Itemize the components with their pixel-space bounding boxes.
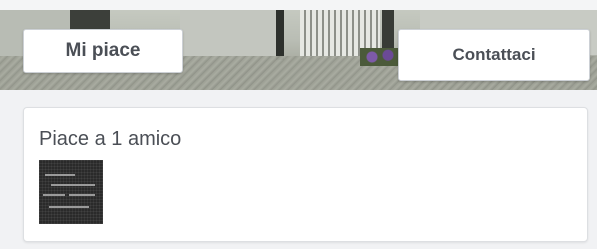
avatar-pattern-line [43, 194, 65, 196]
friend-avatar[interactable] [39, 160, 103, 224]
friends-like-text[interactable]: Piace a 1 amico [39, 128, 181, 151]
building-center [180, 10, 280, 60]
contact-button-label: Contattaci [452, 45, 536, 64]
like-button-label: Mi piace [65, 40, 141, 61]
avatar-pattern-line [49, 206, 89, 208]
cover-photo[interactable]: Mi piace Contattaci [0, 0, 597, 90]
avatar-pattern-line [51, 184, 95, 186]
cover-top-strip [0, 0, 597, 10]
contact-button[interactable]: Contattaci [398, 29, 590, 81]
wall-dark-left [70, 10, 110, 30]
flowers [360, 48, 400, 66]
avatar-pattern-line [45, 174, 75, 176]
like-page-button[interactable]: Mi piace [23, 29, 183, 73]
avatar-pattern-line [69, 194, 95, 196]
friends-like-card: Piace a 1 amico [23, 107, 588, 242]
gate-dark [276, 10, 284, 60]
